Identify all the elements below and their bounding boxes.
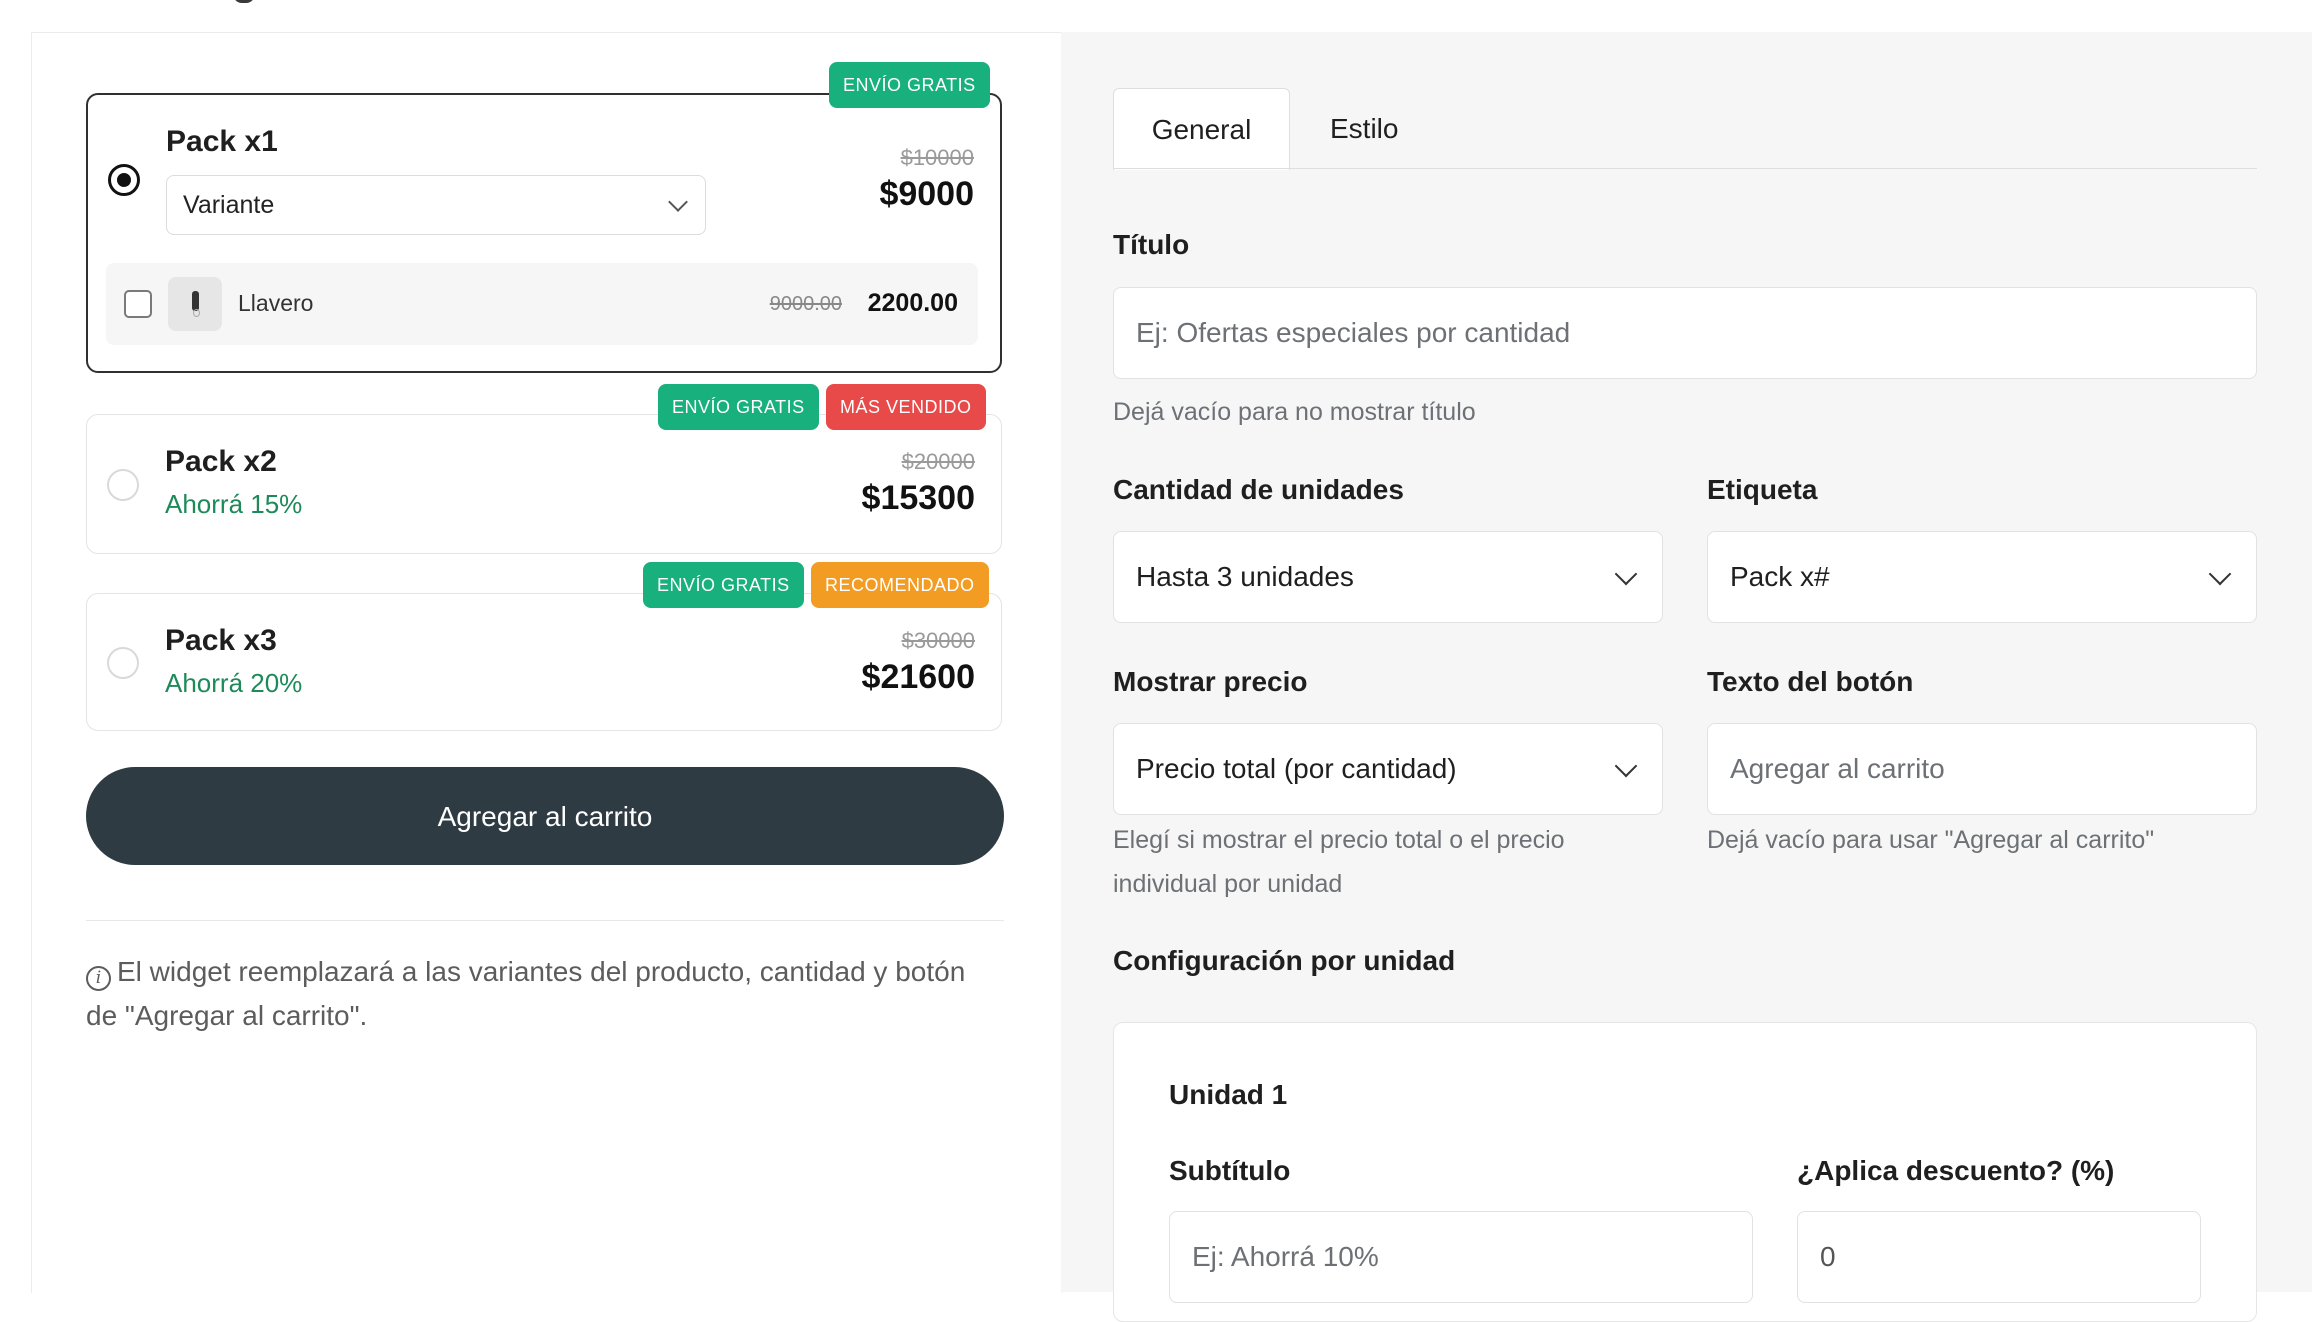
quantity-label: Cantidad de unidades	[1113, 474, 1404, 505]
addon-row: Llavero 9000.00 2200.00	[106, 263, 978, 345]
info-text: El widget reemplazará a las variantes de…	[86, 956, 966, 1031]
addon-price: 2200.00	[867, 289, 958, 317]
unit-discount-input[interactable]: 0	[1797, 1211, 2201, 1303]
recommended-badge: RECOMENDADO	[811, 562, 989, 608]
pack-2-original-price: $20000	[901, 449, 975, 474]
tag-select[interactable]: Pack x#	[1707, 531, 2257, 623]
show-price-select[interactable]: Precio total (por cantidad)	[1113, 723, 1663, 815]
chevron-down-icon	[1614, 754, 1638, 778]
variant-select-value: Variante	[183, 191, 275, 219]
chevron-down-icon	[668, 192, 688, 212]
add-to-cart-button[interactable]: Agregar al carrito	[86, 767, 1004, 865]
button-text-help-text: Dejá vacío para usar "Agregar al carrito…	[1707, 826, 2155, 854]
pack-3-savings: Ahorrá 20%	[165, 668, 303, 698]
pack-3-radio[interactable]	[107, 647, 139, 679]
show-price-select-value: Precio total (por cantidad)	[1136, 753, 1457, 784]
tab-general[interactable]: General	[1113, 88, 1290, 170]
pack-2-radio[interactable]	[107, 469, 139, 501]
pack-1-original-price: $10000	[900, 145, 974, 170]
button-text-label: Texto del botón	[1707, 666, 1914, 697]
chevron-down-icon	[2208, 562, 2232, 586]
pack-3-title: Pack x3	[165, 624, 277, 657]
pack-2-savings: Ahorrá 15%	[165, 489, 303, 519]
chevron-down-icon	[1614, 562, 1638, 586]
addon-product-thumbnail	[168, 277, 222, 331]
best-seller-badge: MÁS VENDIDO	[826, 384, 986, 430]
info-icon: i	[86, 966, 111, 991]
show-price-help-text: Elegí si mostrar el precio total o el pr…	[1113, 826, 1565, 898]
pack-card-2[interactable]: Pack x2 Ahorrá 15% $20000 $15300	[86, 414, 1002, 554]
show-price-label: Mostrar precio	[1113, 666, 1308, 697]
tag-select-value: Pack x#	[1730, 561, 1830, 592]
tabs-divider	[1113, 168, 2257, 169]
free-shipping-badge: ENVÍO GRATIS	[829, 62, 990, 108]
tab-style[interactable]: Estilo	[1294, 88, 1434, 170]
pack-card-1[interactable]: Pack x1 $10000 $9000 Variante Llavero 90…	[86, 93, 1002, 373]
unit-discount-label: ¿Aplica descuento? (%)	[1797, 1155, 2115, 1186]
unit-subtitle-input[interactable]: Ej: Ahorrá 10%	[1169, 1211, 1753, 1303]
unit-heading: Unidad 1	[1169, 1079, 1288, 1110]
info-note: i El widget reemplazará a las variantes d…	[86, 950, 986, 1038]
pack-3-price: $21600	[861, 658, 975, 696]
addon-original-price: 9000.00	[769, 293, 842, 315]
tag-label: Etiqueta	[1707, 474, 1818, 505]
pack-3-original-price: $30000	[901, 628, 975, 653]
divider	[86, 920, 1004, 921]
free-shipping-badge: ENVÍO GRATIS	[658, 384, 819, 430]
pack-2-price: $15300	[861, 479, 975, 517]
quantity-select[interactable]: Hasta 3 unidades	[1113, 531, 1663, 623]
addon-checkbox[interactable]	[124, 290, 152, 318]
pack-1-title: Pack x1	[166, 125, 278, 158]
pack-card-3[interactable]: Pack x3 Ahorrá 20% $30000 $21600	[86, 593, 1002, 731]
cropped-heading-fragment	[233, 0, 255, 3]
title-help-text: Dejá vacío para no mostrar título	[1113, 398, 1476, 426]
button-text-input[interactable]: Agregar al carrito	[1707, 723, 2257, 815]
per-unit-config-label: Configuración por unidad	[1113, 945, 1456, 976]
title-label: Título	[1113, 229, 1190, 260]
pack-2-title: Pack x2	[165, 445, 277, 478]
title-input[interactable]: Ej: Ofertas especiales por cantidad	[1113, 287, 2257, 379]
quantity-select-value: Hasta 3 unidades	[1136, 561, 1354, 592]
unit-subtitle-label: Subtítulo	[1169, 1155, 1291, 1186]
variant-select[interactable]: Variante	[166, 175, 706, 235]
pack-1-radio[interactable]	[108, 164, 140, 196]
pack-1-price: $9000	[879, 175, 974, 213]
addon-name: Llavero	[238, 290, 314, 316]
free-shipping-badge: ENVÍO GRATIS	[643, 562, 804, 608]
